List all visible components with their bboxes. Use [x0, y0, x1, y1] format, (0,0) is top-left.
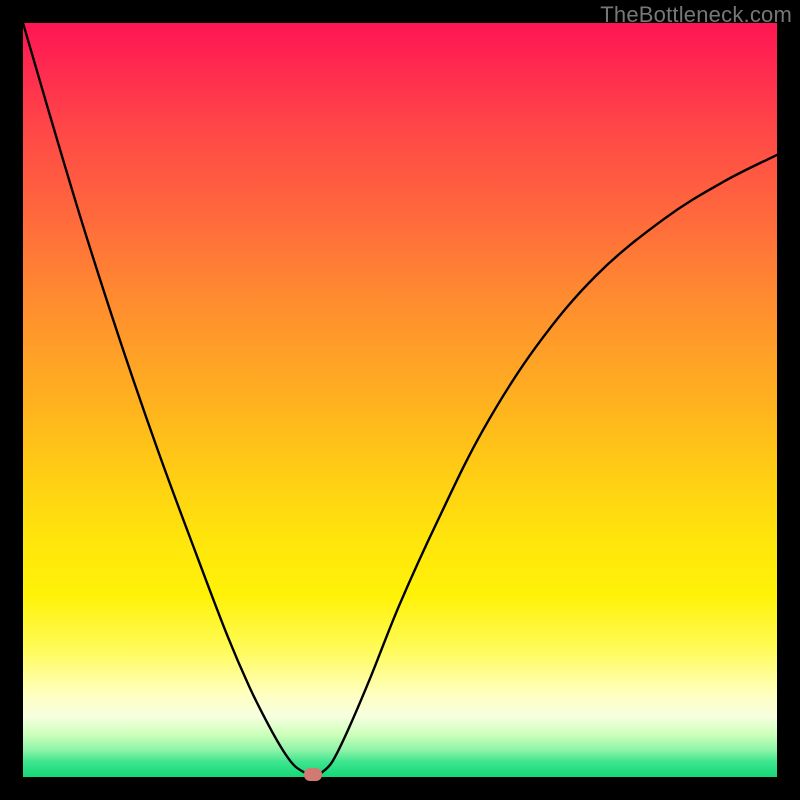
curve-right-branch	[321, 155, 777, 773]
optimal-point-marker	[304, 768, 322, 781]
bottleneck-curve	[23, 23, 777, 777]
plot-area	[23, 23, 777, 777]
chart-frame: TheBottleneck.com	[0, 0, 800, 800]
watermark-text: TheBottleneck.com	[600, 2, 792, 28]
curve-left-branch	[23, 23, 306, 773]
